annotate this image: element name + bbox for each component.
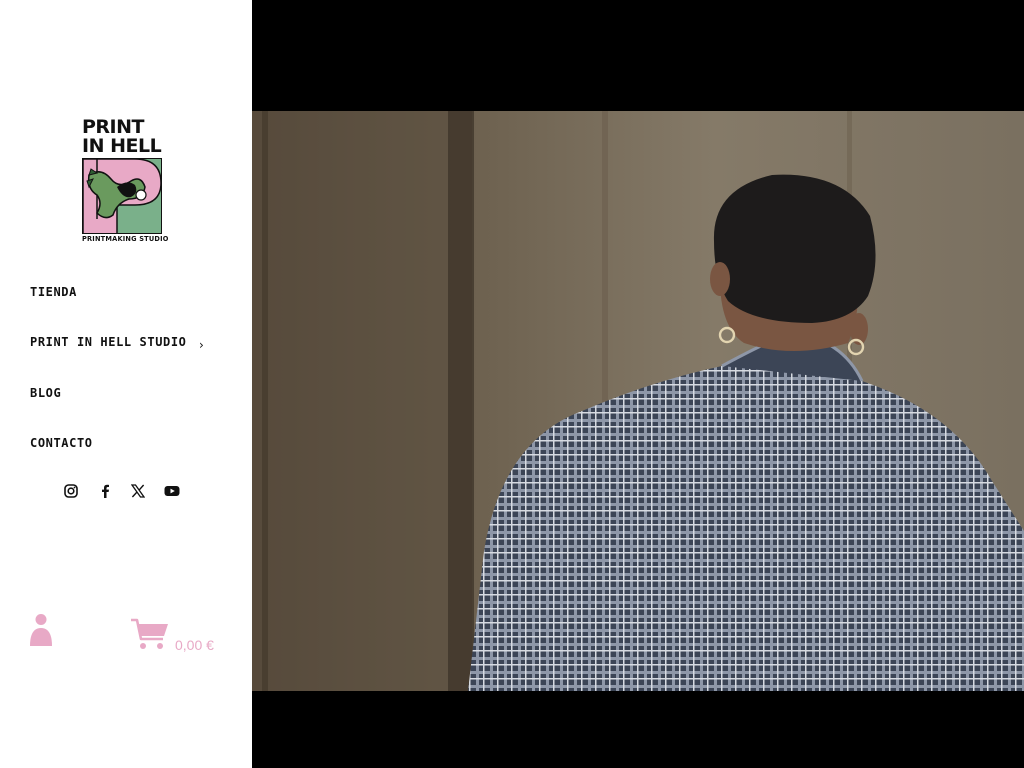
nav-item-tienda[interactable]: TIENDA [30,285,77,305]
video-still-image [252,111,1024,691]
youtube-icon[interactable] [164,483,180,499]
video-frame [252,111,1024,691]
cart-icon[interactable] [130,617,170,653]
account-icon[interactable] [29,612,53,648]
video-player[interactable] [252,0,1024,768]
logo-emblem [82,158,162,234]
logo-tagline: PRINTMAKING STUDIO [82,235,169,243]
x-twitter-icon[interactable] [130,483,146,499]
sidebar: PRINT IN HELL PRINTMAKING STUDIO TIENDA … [0,0,251,768]
cart-total[interactable]: 0,00 € [175,637,214,653]
nav-item-print-in-hell-studio[interactable]: PRINT IN HELL STUDIO [30,335,187,355]
logo-title-line2: IN HELL [82,135,162,157]
nav-item-contacto[interactable]: CONTACTO [30,436,93,456]
site-logo[interactable]: PRINT IN HELL PRINTMAKING STUDIO [82,118,168,246]
nav-item-blog[interactable]: BLOG [30,386,61,406]
facebook-icon[interactable] [97,483,113,499]
chevron-right-icon[interactable]: › [199,338,204,352]
instagram-icon[interactable] [63,483,79,499]
